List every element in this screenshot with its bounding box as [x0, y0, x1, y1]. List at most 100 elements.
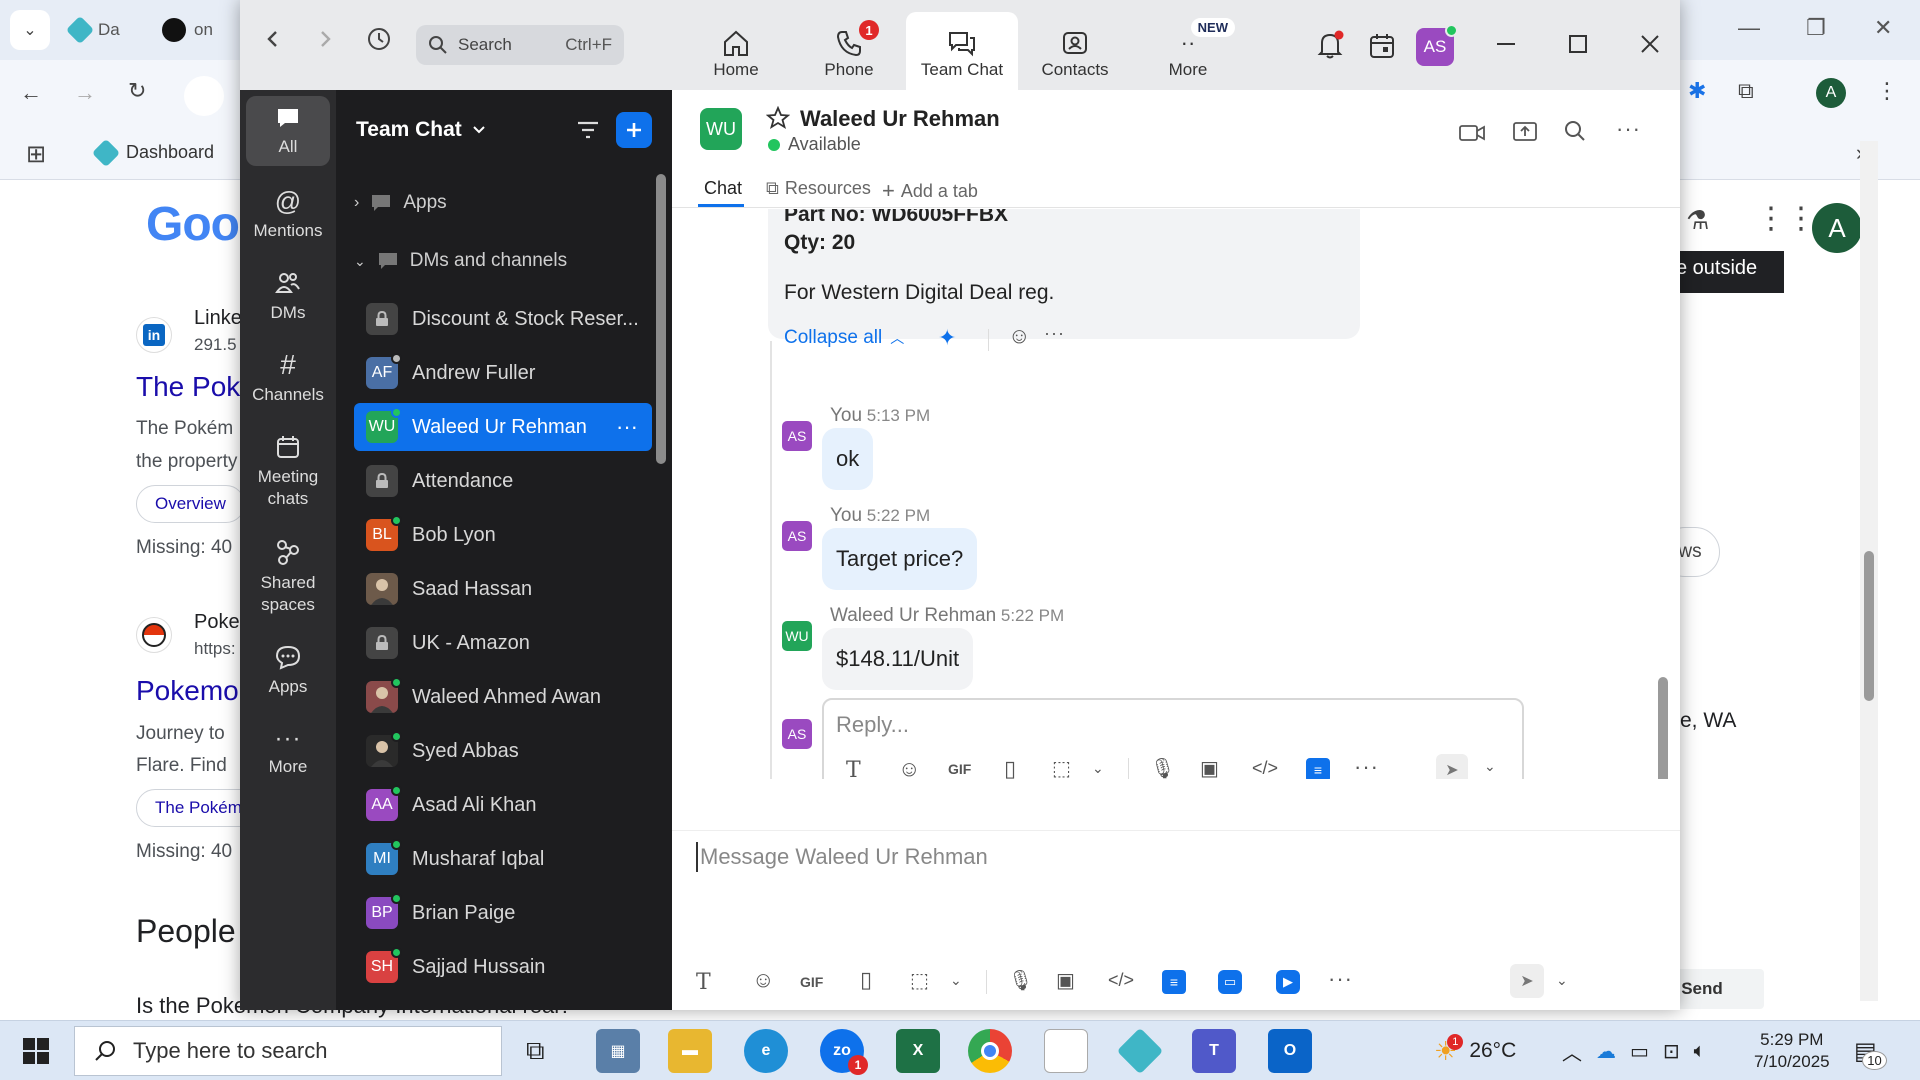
notification-center-icon[interactable]: ▤ 10: [1854, 1021, 1887, 1080]
puzzle-extensions-icon[interactable]: ⧉: [1738, 78, 1754, 104]
file-icon[interactable]: ▯: [1004, 756, 1016, 779]
chat-options-icon[interactable]: ···: [1616, 116, 1641, 142]
weather-widget[interactable]: ☀ 1 26°C: [1434, 1021, 1516, 1080]
rail-item-dms[interactable]: DMs: [246, 270, 330, 324]
chat-scrollbar[interactable]: [1658, 677, 1668, 779]
message-bubble[interactable]: ok: [822, 428, 874, 490]
video-call-icon[interactable]: [1458, 122, 1486, 144]
microphone-icon[interactable]: 🎙︎: [1150, 756, 1175, 779]
code-snippet-icon[interactable]: </>: [1108, 970, 1134, 991]
back-chevron-icon[interactable]: [262, 28, 284, 50]
rail-item-channels[interactable]: # Channels: [246, 351, 330, 406]
message-avatar[interactable]: WU: [782, 621, 812, 651]
reply-box[interactable]: Reply... T ☺ GIF ▯ ⬚ ⌄ 🎙︎ ▣ </> ≡ ··· ➤ …: [822, 698, 1524, 779]
extension-icon[interactable]: ✱: [1688, 78, 1706, 104]
gif-icon[interactable]: GIF: [800, 974, 823, 990]
rail-item-meeting-chats[interactable]: Meeting chats: [246, 434, 330, 510]
message-bubble[interactable]: Target price?: [822, 528, 978, 590]
channel-item[interactable]: BL Bob Lyon: [354, 511, 652, 559]
rail-item-shared-spaces[interactable]: Shared spaces: [246, 538, 330, 616]
channel-item[interactable]: SH Sajjad Hussain: [354, 943, 652, 991]
message-bubble[interactable]: $148.11/Unit: [822, 628, 974, 690]
task-view-icon[interactable]: ⧉: [526, 1035, 545, 1067]
browser-tab-1[interactable]: Da: [65, 12, 120, 48]
rail-item-mentions[interactable]: @ Mentions: [246, 188, 330, 242]
bookmark-dashboard[interactable]: Dashboard: [91, 138, 214, 167]
channel-item[interactable]: AA Asad Ali Khan: [354, 781, 652, 829]
video-message-icon[interactable]: ▣: [1200, 756, 1219, 779]
channel-item[interactable]: UK - Amazon: [354, 619, 652, 667]
forward-chevron-icon[interactable]: [314, 28, 336, 50]
result-title-link[interactable]: Pokemo: [136, 675, 239, 707]
screenshot-dropdown-icon[interactable]: ⌄: [1092, 760, 1104, 777]
message-input[interactable]: Message Waleed Ur Rehman: [700, 844, 988, 870]
volume-icon[interactable]: 🔈︎: [1694, 1040, 1706, 1063]
microphone-icon[interactable]: 🎙︎: [1008, 968, 1033, 993]
star-icon[interactable]: [766, 106, 790, 130]
browser-tab-2[interactable]: on: [162, 12, 213, 48]
send-options-icon[interactable]: ⌄: [1484, 758, 1496, 775]
ai-sparkle-icon[interactable]: ✦: [938, 325, 956, 351]
send-reply-icon[interactable]: ➤: [1436, 754, 1468, 779]
text-format-icon[interactable]: T: [846, 758, 861, 779]
channel-item[interactable]: WU Waleed Ur Rehman ···: [354, 403, 652, 451]
file-explorer-icon[interactable]: ▬: [668, 1029, 712, 1073]
battery-icon[interactable]: ▭: [1630, 1039, 1649, 1064]
collapse-all-button[interactable]: Collapse all ︿: [784, 327, 904, 349]
rail-item-apps[interactable]: Apps: [246, 644, 330, 698]
message-avatar[interactable]: AS: [782, 521, 812, 551]
add-reaction-icon[interactable]: ☺: [1008, 323, 1030, 349]
channel-item[interactable]: Syed Abbas: [354, 727, 652, 775]
tab-team-chat[interactable]: Team Chat: [906, 12, 1018, 90]
forward-arrow-icon[interactable]: →: [74, 80, 96, 106]
gif-icon[interactable]: GIF: [948, 761, 971, 777]
tab-resources[interactable]: ⧉ Resources: [766, 178, 871, 199]
zoom-app-icon[interactable]: zo 1: [820, 1029, 868, 1075]
channel-item[interactable]: Waleed Ahmed Awan: [354, 673, 652, 721]
tab-contacts[interactable]: Contacts: [1019, 12, 1131, 90]
docs-icon[interactable]: ≡: [1306, 758, 1330, 779]
apps-grid-icon[interactable]: ⊞: [26, 140, 46, 169]
edge-browser-icon[interactable]: e: [744, 1029, 788, 1073]
reload-icon[interactable]: ↻: [128, 78, 146, 104]
page-scrollbar-track[interactable]: [1860, 141, 1878, 1001]
reply-more-icon[interactable]: ···: [1354, 754, 1379, 779]
channel-item[interactable]: Attendance: [354, 457, 652, 505]
section-dms-and-channels[interactable]: ⌄ DMs and channels: [354, 250, 567, 272]
send-message-icon[interactable]: ➤: [1510, 964, 1544, 998]
contact-avatar[interactable]: WU: [700, 108, 742, 150]
rail-item-more[interactable]: ··· More: [246, 727, 330, 778]
browser-minimize-icon[interactable]: —: [1738, 15, 1760, 41]
windows-start-icon[interactable]: [22, 1037, 50, 1065]
new-chat-button[interactable]: [616, 112, 652, 148]
outlook-app-icon[interactable]: O: [1268, 1029, 1312, 1073]
section-apps[interactable]: › Apps: [354, 192, 447, 214]
channel-item[interactable]: BP Brian Paige: [354, 889, 652, 937]
channel-item[interactable]: Saad Hassan: [354, 565, 652, 613]
google-account-avatar[interactable]: A: [1812, 203, 1862, 253]
channel-more-icon[interactable]: ···: [616, 414, 638, 440]
tab-list-chevron-icon[interactable]: ⌄: [10, 10, 50, 50]
video-message-icon[interactable]: ▣: [1056, 968, 1075, 993]
message-avatar[interactable]: AS: [782, 421, 812, 451]
send-options-icon[interactable]: ⌄: [1556, 972, 1568, 989]
code-snippet-icon[interactable]: </>: [1252, 758, 1278, 779]
tray-chevron-up-icon[interactable]: ︿: [1562, 1037, 1582, 1066]
taskbar-search[interactable]: Type here to search: [74, 1026, 502, 1076]
channel-item[interactable]: MI Musharaf Iqbal: [354, 835, 652, 883]
browser-menu-icon[interactable]: ⋮: [1876, 78, 1898, 104]
history-icon[interactable]: [366, 26, 392, 52]
channel-item[interactable]: AF Andrew Fuller: [354, 349, 652, 397]
browser-close-icon[interactable]: ✕: [1874, 15, 1892, 41]
screenshot-icon[interactable]: ⬚: [910, 968, 929, 993]
file-icon[interactable]: ▯: [860, 967, 872, 993]
teams-app-icon[interactable]: T: [1192, 1029, 1236, 1073]
tab-home[interactable]: Home: [680, 12, 792, 90]
clips-icon[interactable]: ▶: [1276, 970, 1300, 994]
sidebar-title[interactable]: Team Chat: [356, 118, 486, 142]
profile-avatar-icon[interactable]: A: [1816, 78, 1846, 108]
sidebar-scrollbar[interactable]: [656, 174, 666, 464]
emoji-icon[interactable]: ☺: [752, 967, 774, 993]
onedrive-cloud-icon[interactable]: ☁: [1596, 1039, 1616, 1064]
tab-more[interactable]: ·· NEW More: [1132, 12, 1244, 90]
